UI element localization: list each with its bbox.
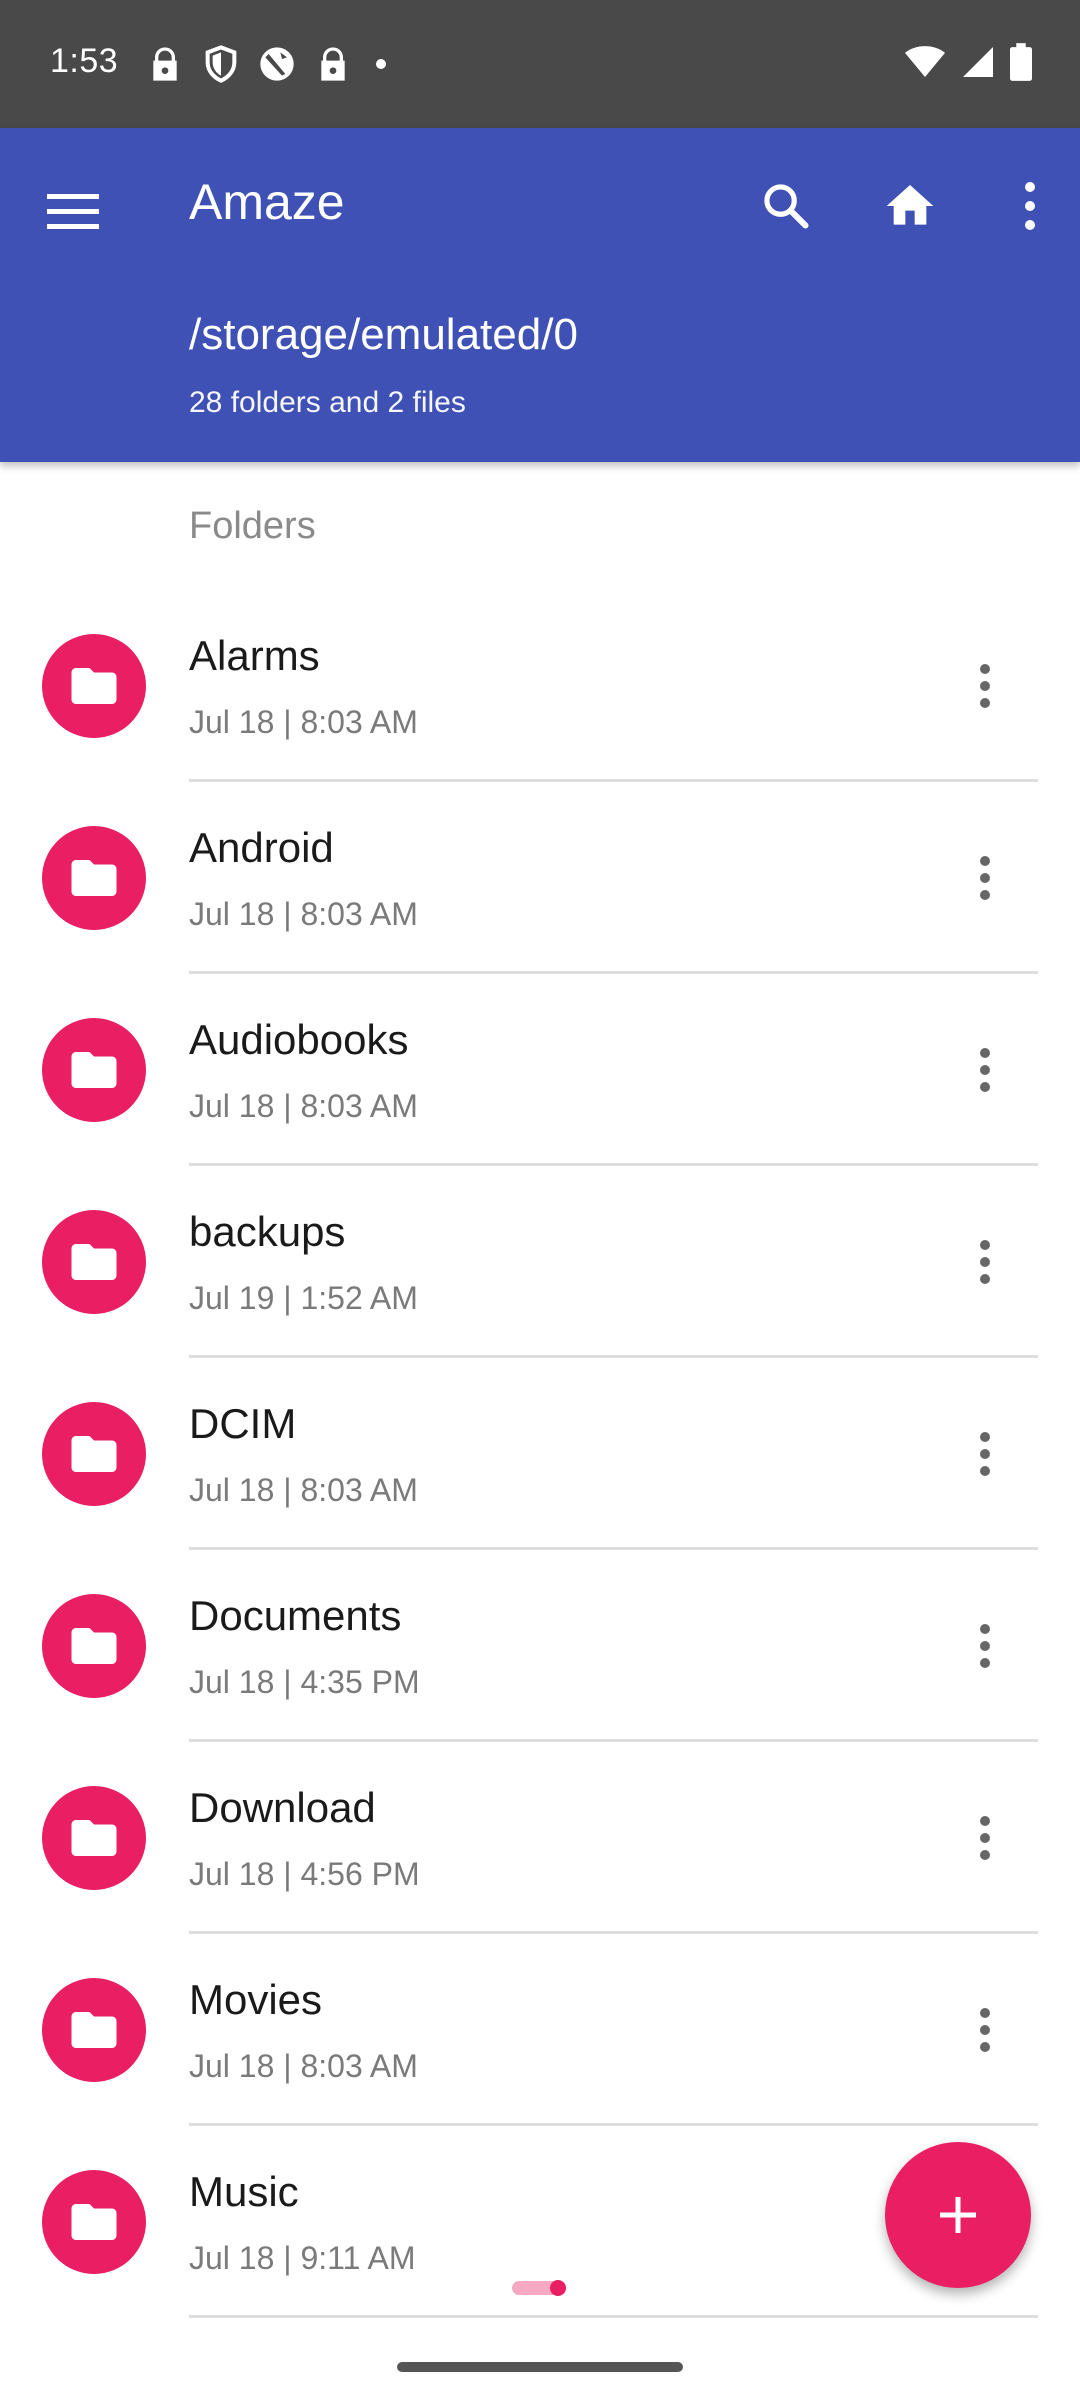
status-system-icons — [904, 42, 1032, 82]
folder-date: Jul 18 | 4:35 PM — [189, 1664, 420, 1700]
folder-name: Alarms — [189, 632, 320, 679]
more-vert-icon — [980, 856, 990, 900]
hamburger-menu-icon — [47, 194, 99, 229]
status-time: 1:53 — [50, 42, 119, 80]
folder-summary: 28 folders and 2 files — [189, 386, 466, 419]
search-button[interactable] — [750, 170, 822, 242]
folder-date: Jul 18 | 8:03 AM — [189, 1472, 418, 1508]
folder-date: Jul 18 | 9:11 AM — [189, 2240, 416, 2276]
status-notification-icons — [145, 44, 393, 84]
folder-name: Documents — [189, 1592, 402, 1639]
more-vert-icon — [980, 2008, 990, 2052]
folder-date: Jul 18 | 8:03 AM — [189, 2048, 418, 2084]
folder-list: Alarms Jul 18 | 8:03 AM Android Jul 18 |… — [0, 590, 1080, 2318]
folder-more-button[interactable] — [955, 1222, 1015, 1302]
lock-icon — [153, 47, 177, 81]
folder-date: Jul 18 | 8:03 AM — [189, 704, 418, 740]
folder-date: Jul 18 | 8:03 AM — [189, 1088, 418, 1124]
app-bar: Amaze /storage/emulated/0 28 folders and… — [0, 128, 1080, 462]
folder-more-button[interactable] — [955, 1030, 1015, 1110]
folder-icon[interactable] — [42, 1594, 146, 1698]
folder-name: Android — [189, 824, 334, 871]
folder-name: Download — [189, 1784, 376, 1831]
folder-more-button[interactable] — [955, 1798, 1015, 1878]
app-title: Amaze — [189, 174, 345, 230]
gesture-nav-handle[interactable] — [397, 2362, 683, 2372]
home-icon — [886, 185, 934, 225]
vpn-icon — [260, 47, 294, 81]
wifi-icon — [905, 46, 945, 77]
folder-icon[interactable] — [42, 1786, 146, 1890]
more-vert-icon — [980, 1624, 990, 1668]
folder-row[interactable]: Movies Jul 18 | 8:03 AM — [0, 1934, 1080, 2126]
folder-date: Jul 18 | 8:03 AM — [189, 896, 418, 932]
more-vert-icon — [980, 1240, 990, 1284]
folder-row[interactable]: Documents Jul 18 | 4:35 PM — [0, 1550, 1080, 1742]
folder-row[interactable]: Android Jul 18 | 8:03 AM — [0, 782, 1080, 974]
section-header-folders: Folders — [189, 505, 316, 547]
folder-name: Music — [189, 2168, 299, 2215]
add-fab-button[interactable] — [885, 2142, 1031, 2288]
folder-icon[interactable] — [42, 826, 146, 930]
folder-row[interactable]: Download Jul 18 | 4:56 PM — [0, 1742, 1080, 1934]
folder-more-button[interactable] — [955, 838, 1015, 918]
folder-icon[interactable] — [42, 1018, 146, 1122]
folder-row[interactable]: Audiobooks Jul 18 | 8:03 AM — [0, 974, 1080, 1166]
folder-icon[interactable] — [42, 1210, 146, 1314]
status-bar: 1:53 — [0, 0, 1080, 128]
overflow-menu-button[interactable] — [1000, 170, 1060, 242]
lock-icon — [321, 47, 345, 81]
current-path[interactable]: /storage/emulated/0 — [189, 310, 578, 360]
search-icon — [764, 184, 809, 229]
signal-icon — [963, 47, 993, 77]
folder-name: Audiobooks — [189, 1016, 409, 1063]
shield-icon — [205, 45, 237, 83]
folder-date: Jul 18 | 4:56 PM — [189, 1856, 420, 1892]
folder-row[interactable]: DCIM Jul 18 | 8:03 AM — [0, 1358, 1080, 1550]
more-vert-icon — [1025, 182, 1035, 230]
folder-icon[interactable] — [42, 634, 146, 738]
folder-more-button[interactable] — [955, 1990, 1015, 2070]
folder-date: Jul 19 | 1:52 AM — [189, 1280, 418, 1316]
folder-icon[interactable] — [42, 1402, 146, 1506]
more-vert-icon — [980, 1816, 990, 1860]
folder-more-button[interactable] — [955, 1606, 1015, 1686]
more-vert-icon — [980, 1048, 990, 1092]
row-divider — [189, 2315, 1038, 2318]
more-vert-icon — [980, 664, 990, 708]
folder-icon[interactable] — [42, 2170, 146, 2274]
more-vert-icon — [980, 1432, 990, 1476]
folder-icon[interactable] — [42, 1978, 146, 2082]
folder-row[interactable]: backups Jul 19 | 1:52 AM — [0, 1166, 1080, 1358]
folder-row[interactable]: Alarms Jul 18 | 8:03 AM — [0, 590, 1080, 782]
home-button[interactable] — [874, 170, 946, 242]
folder-name: backups — [189, 1208, 346, 1255]
dot-icon — [376, 59, 386, 69]
scroll-indicator — [512, 2280, 566, 2296]
folder-name: DCIM — [189, 1400, 297, 1447]
battery-icon — [1010, 43, 1032, 81]
plus-icon — [940, 2197, 976, 2233]
folder-more-button[interactable] — [955, 646, 1015, 726]
folder-more-button[interactable] — [955, 1414, 1015, 1494]
folder-name: Movies — [189, 1976, 323, 2023]
navigation-drawer-button[interactable] — [38, 176, 108, 246]
